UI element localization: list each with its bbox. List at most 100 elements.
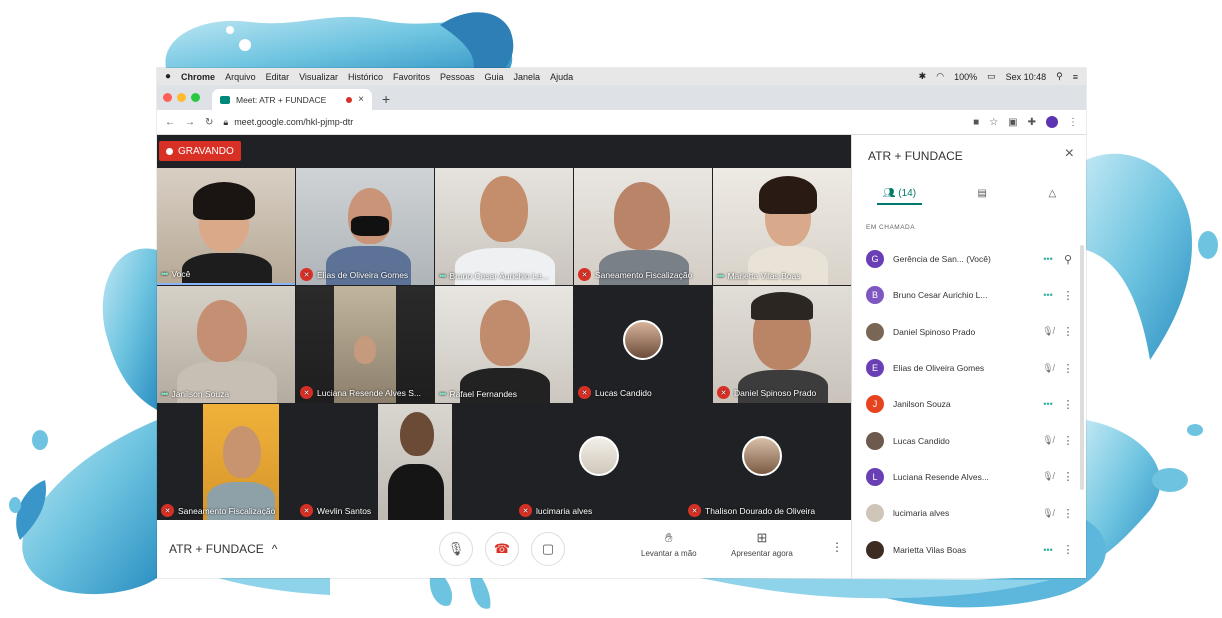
video-tile[interactable]: ✕ Thalison Dourado de Oliveira bbox=[684, 404, 851, 521]
menu-list-icon[interactable]: ≡ bbox=[1073, 72, 1078, 82]
close-window-button[interactable] bbox=[163, 93, 172, 102]
video-tile[interactable]: ••• Você bbox=[157, 168, 295, 285]
bookmark-star-icon[interactable]: ☆ bbox=[989, 117, 998, 128]
avatar bbox=[866, 504, 884, 523]
bluetooth-icon[interactable]: ✱ bbox=[919, 71, 927, 82]
url-field[interactable]: 🔒︎ meet.google.com/hkl-pjmp-dtr bbox=[223, 117, 353, 128]
camera-indicator-icon[interactable]: ■ bbox=[973, 117, 979, 128]
puzzle-icon[interactable]: ✚ bbox=[1028, 117, 1036, 128]
back-icon[interactable]: ← bbox=[165, 117, 175, 128]
participant-row[interactable]: E Elias de Oliveira Gomes 🎙︎̸ ⋮ bbox=[852, 350, 1086, 386]
participant-name: Daniel Spinoso Prado bbox=[893, 326, 976, 337]
present-now-button[interactable]: ⊞ Apresentar agora bbox=[731, 530, 793, 558]
minimize-window-button[interactable] bbox=[177, 93, 186, 102]
tile-label: ✕ Elias de Oliveira Gomes bbox=[300, 268, 408, 281]
search-icon[interactable]: ⚲ bbox=[1056, 71, 1063, 82]
browser-tab-meet[interactable]: Meet: ATR + FUNDACE × bbox=[212, 89, 372, 110]
participant-list: G Gerência de San... (Você) ••• ⚲ B Brun… bbox=[852, 241, 1086, 568]
menu-historico[interactable]: Histórico bbox=[348, 72, 383, 82]
more-options-icon[interactable]: ⋮ bbox=[831, 540, 843, 554]
menu-arquivo[interactable]: Arquivo bbox=[225, 72, 256, 82]
clock[interactable]: Sex 10:48 bbox=[1006, 72, 1047, 82]
mic-off-icon: ✕ bbox=[717, 386, 730, 399]
menu-guia[interactable]: Guia bbox=[485, 72, 504, 82]
tile-label: ✕ Thalison Dourado de Oliveira bbox=[688, 504, 815, 517]
profile-avatar[interactable] bbox=[1046, 116, 1058, 128]
video-tile[interactable]: ✕ lucimaria alves bbox=[515, 404, 683, 521]
video-tile[interactable]: ✕ Wevlin Santos bbox=[296, 404, 514, 521]
participant-row[interactable]: lucimaria alves 🎙︎̸ ⋮ bbox=[852, 495, 1086, 531]
participant-row[interactable]: B Bruno Cesar Aurichio L... ••• ⋮ bbox=[852, 277, 1086, 313]
meeting-name: ATR + FUNDACE bbox=[169, 542, 264, 556]
wifi-icon[interactable]: ◠ bbox=[936, 71, 944, 82]
tile-label: ✕ Daniel Spinoso Prado bbox=[717, 386, 816, 399]
panel-scrollbar[interactable] bbox=[1080, 245, 1084, 490]
participant-row[interactable]: G Gerência de San... (Você) ••• ⚲ bbox=[852, 241, 1086, 277]
recording-dot-icon bbox=[346, 96, 353, 103]
video-tile[interactable]: ••• Bruno Cesar Aurichio Le... bbox=[435, 168, 573, 285]
battery-icon[interactable]: ▭ bbox=[987, 71, 996, 82]
participant-row[interactable]: Marietta Vilas Boas ••• ⋮ bbox=[852, 531, 1086, 567]
meeting-details-button[interactable]: ATR + FUNDACE ^ bbox=[169, 542, 277, 556]
tab-chat[interactable]: ▤ bbox=[978, 188, 987, 205]
tile-label: ✕ Luciana Resende Alves S... bbox=[300, 386, 421, 399]
menu-ajuda[interactable]: Ajuda bbox=[550, 72, 573, 82]
menu-favoritos[interactable]: Favoritos bbox=[393, 72, 430, 82]
close-tab-icon[interactable]: × bbox=[358, 94, 364, 105]
more-options-icon[interactable]: ⋮ bbox=[1059, 325, 1077, 338]
more-options-icon[interactable]: ⋮ bbox=[1059, 434, 1077, 447]
tab-activities[interactable]: △ bbox=[1049, 188, 1057, 205]
extension-icon[interactable]: ▣ bbox=[1008, 117, 1017, 128]
participant-row[interactable]: Lucas Candido 🎙︎̸ ⋮ bbox=[852, 422, 1086, 458]
mic-off-icon: 🎙︎̸ bbox=[1042, 507, 1054, 518]
video-tile[interactable]: ••• Rafael Fernandes bbox=[435, 286, 573, 403]
more-options-icon[interactable]: ⋮ bbox=[1059, 470, 1077, 483]
participant-row[interactable]: L Luciana Resende Alves... 🎙︎̸ ⋮ bbox=[852, 459, 1086, 495]
chrome-menu-icon[interactable]: ⋮ bbox=[1068, 117, 1078, 128]
more-options-icon[interactable]: ⋮ bbox=[1059, 289, 1077, 302]
phone-hangup-icon: ☎︎ bbox=[493, 541, 511, 556]
video-tile[interactable]: ••• Marietta Vilas Boas bbox=[713, 168, 851, 285]
close-panel-icon[interactable]: × bbox=[1065, 145, 1074, 163]
menu-editar[interactable]: Editar bbox=[266, 72, 290, 82]
menu-chrome[interactable]: Chrome bbox=[181, 72, 215, 82]
apple-icon[interactable]: ● bbox=[165, 71, 171, 82]
video-tile[interactable]: ✕ Daniel Spinoso Prado bbox=[713, 286, 851, 403]
more-options-icon[interactable]: ⋮ bbox=[1059, 543, 1077, 556]
video-tile[interactable]: ✕ Luciana Resende Alves S... bbox=[296, 286, 434, 403]
mic-off-icon: ✕ bbox=[578, 268, 591, 281]
participant-avatar bbox=[579, 436, 619, 476]
video-tile[interactable]: ••• Janilson Souza bbox=[157, 286, 295, 403]
browser-window: ● Chrome Arquivo Editar Visualizar Histó… bbox=[157, 68, 1086, 578]
tile-label: ✕ Saneamento Fiscalização bbox=[578, 268, 692, 281]
microphone-button[interactable]: 🎙︎ bbox=[439, 532, 473, 566]
tab-people[interactable]: 👥︎ (14) bbox=[876, 188, 923, 205]
raise-hand-button[interactable]: ✋︎ Levantar a mão bbox=[641, 530, 697, 558]
speaking-indicator-icon: ••• bbox=[1043, 399, 1053, 410]
video-tile[interactable]: ✕ Lucas Candido bbox=[574, 286, 712, 403]
chevron-up-icon: ^ bbox=[271, 542, 278, 556]
more-options-icon[interactable]: ⋮ bbox=[1059, 362, 1077, 375]
maximize-window-button[interactable] bbox=[191, 93, 200, 102]
more-options-icon[interactable]: ⋮ bbox=[1059, 507, 1077, 520]
pin-icon[interactable]: ⚲ bbox=[1059, 253, 1077, 266]
participant-name: lucimaria alves bbox=[893, 508, 950, 519]
camera-button[interactable]: ▢ bbox=[531, 532, 565, 566]
menu-visualizar[interactable]: Visualizar bbox=[299, 72, 338, 82]
mac-menu-bar: ● Chrome Arquivo Editar Visualizar Histó… bbox=[157, 68, 1086, 85]
video-tile[interactable]: ✕ Saneamento Fiscalização bbox=[574, 168, 712, 285]
recording-badge: GRAVANDO bbox=[159, 141, 241, 161]
participant-name: Luciana Resende Alves... bbox=[893, 471, 989, 482]
reload-icon[interactable]: ↻ bbox=[205, 117, 213, 128]
participant-row[interactable]: Daniel Spinoso Prado 🎙︎̸ ⋮ bbox=[852, 314, 1086, 350]
new-tab-button[interactable]: + bbox=[382, 91, 390, 107]
more-options-icon[interactable]: ⋮ bbox=[1059, 398, 1077, 411]
participant-row[interactable]: J Janilson Souza ••• ⋮ bbox=[852, 386, 1086, 422]
leave-call-button[interactable]: ☎︎ bbox=[485, 532, 519, 566]
mic-off-icon: ✕ bbox=[300, 386, 313, 399]
menu-pessoas[interactable]: Pessoas bbox=[440, 72, 475, 82]
video-tile[interactable]: ✕ Saneamento Fiscalização bbox=[157, 404, 295, 521]
forward-icon[interactable]: → bbox=[185, 117, 195, 128]
video-tile[interactable]: ✕ Elias de Oliveira Gomes bbox=[296, 168, 434, 285]
menu-janela[interactable]: Janela bbox=[514, 72, 541, 82]
